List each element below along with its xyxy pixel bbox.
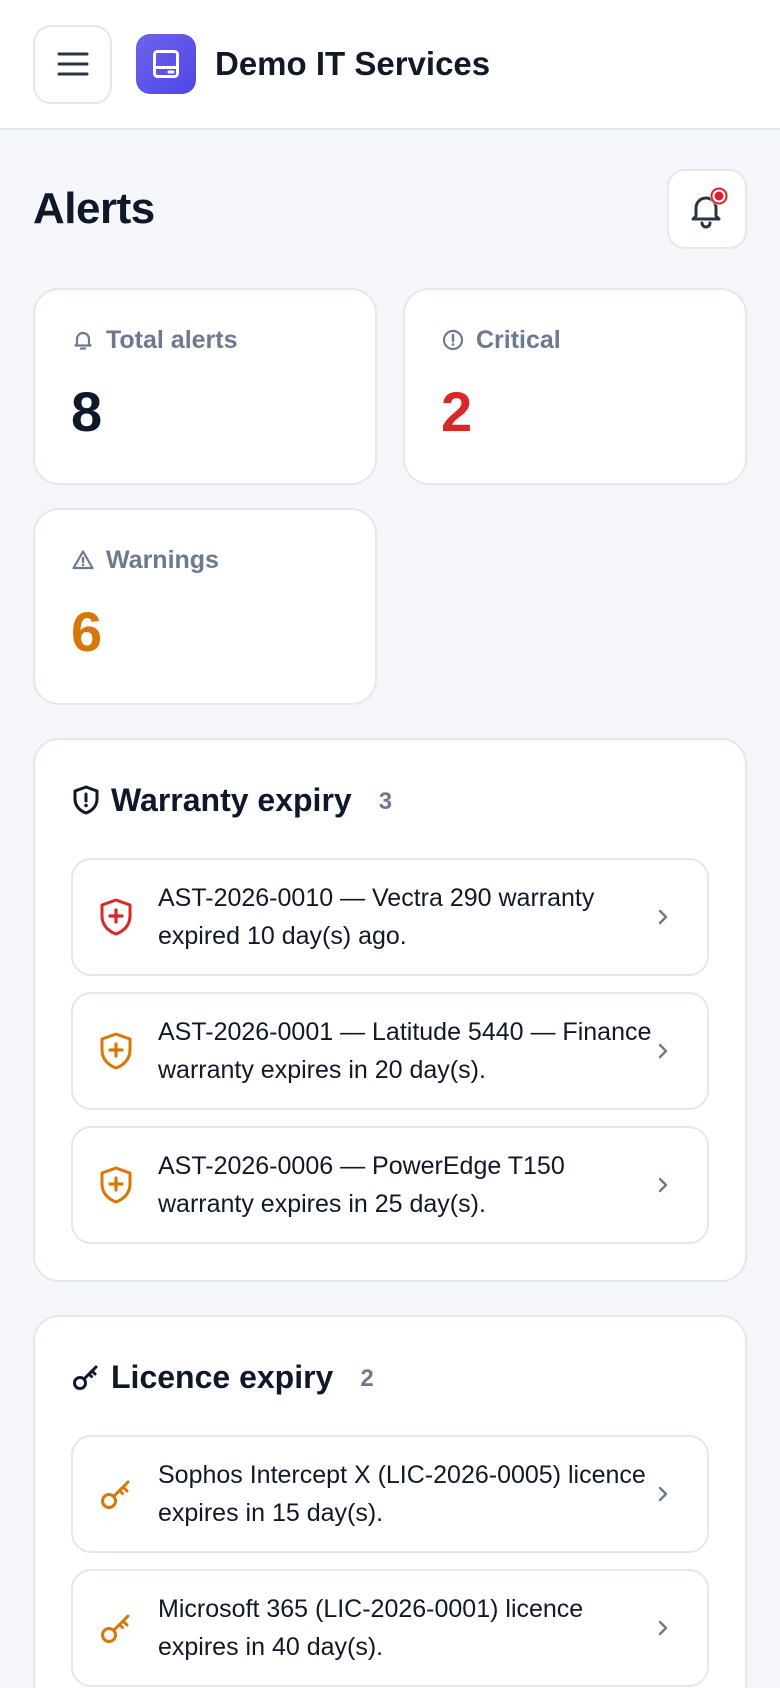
notifications-button[interactable] — [667, 169, 747, 249]
alert-text: AST-2026-0001 — Latitude 5440 — Finance … — [158, 1018, 652, 1084]
chevron-right-icon — [658, 1620, 668, 1636]
warranty-expiry-section: Warranty expiry 3 AST-2026-0010 — Vectra… — [33, 738, 747, 1282]
stat-critical: Critical 2 — [403, 288, 747, 485]
org-name: Demo IT Services — [215, 45, 491, 82]
alert-text: AST-2026-0006 — PowerEdge T150 warranty … — [158, 1152, 565, 1218]
section-title: Warranty expiry — [111, 781, 352, 818]
warranty-alert-item[interactable]: AST-2026-0006 — PowerEdge T150 warranty … — [71, 1126, 709, 1244]
warning-triangle-icon — [72, 550, 94, 570]
bell-icon — [74, 331, 92, 350]
alert-text: Microsoft 365 (LIC-2026-0001) licence ex… — [158, 1595, 584, 1661]
chevron-right-icon — [658, 1043, 668, 1059]
licence-expiry-section: Licence expiry 2 Sophos Intercept X (LIC… — [33, 1315, 747, 1688]
warranty-alert-item[interactable]: AST-2026-0010 — Vectra 290 warranty expi… — [71, 858, 709, 976]
stat-label: Critical — [476, 325, 561, 354]
alert-text: Sophos Intercept X (LIC-2026-0005) licen… — [158, 1461, 646, 1527]
shield-plus-icon — [100, 1032, 132, 1070]
hard-drive-icon — [153, 50, 179, 78]
chevron-right-icon — [658, 1486, 668, 1502]
section-count: 3 — [378, 788, 393, 815]
stat-value: 6 — [71, 600, 103, 663]
stat-value: 8 — [71, 380, 103, 443]
stat-label: Warnings — [106, 545, 219, 574]
stats-grid: Total alerts 8 Critical 2 Warnings 6 — [0, 288, 780, 705]
page-header: Alerts — [0, 169, 780, 249]
alert-circle-icon — [442, 329, 464, 351]
top-bar: Demo IT Services — [0, 0, 780, 130]
licence-alert-item[interactable]: Microsoft 365 (LIC-2026-0001) licence ex… — [71, 1569, 709, 1687]
page-title: Alerts — [33, 184, 155, 233]
bell-icon — [691, 187, 728, 229]
chevron-right-icon — [658, 909, 668, 925]
warranty-alert-item[interactable]: AST-2026-0001 — Latitude 5440 — Finance … — [71, 992, 709, 1110]
app-logo[interactable] — [136, 34, 196, 94]
stat-value: 2 — [441, 380, 473, 443]
alert-text: AST-2026-0010 — Vectra 290 warranty expi… — [158, 884, 595, 950]
stat-label: Total alerts — [106, 325, 238, 354]
shield-plus-icon — [100, 1166, 132, 1204]
key-icon — [101, 1614, 130, 1643]
shield-icon — [73, 785, 99, 815]
section-title: Licence expiry — [111, 1358, 334, 1395]
key-icon — [101, 1480, 130, 1509]
menu-button[interactable] — [33, 24, 112, 104]
chevron-right-icon — [658, 1177, 668, 1193]
shield-plus-icon — [100, 898, 132, 936]
section-count: 2 — [360, 1365, 374, 1392]
stat-warnings: Warnings 6 — [33, 508, 377, 705]
hamburger-icon — [57, 52, 88, 76]
stat-total-alerts: Total alerts 8 — [33, 288, 377, 485]
key-icon — [73, 1365, 98, 1390]
licence-alert-item[interactable]: Sophos Intercept X (LIC-2026-0005) licen… — [71, 1435, 709, 1553]
